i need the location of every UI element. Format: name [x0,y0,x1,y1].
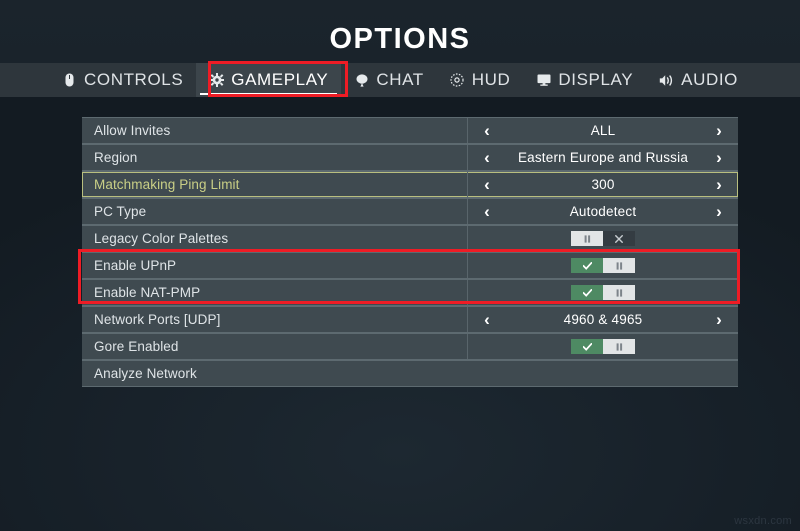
option-label: Enable UPnP [94,258,177,273]
title-bar: OPTIONS [0,0,800,63]
watermark: wsxdn.com [734,515,792,527]
monitor-icon [536,73,551,88]
option-label: Legacy Color Palettes [94,231,229,246]
option-control: ‹ 300 › [467,172,738,197]
option-row[interactable]: PC Type ‹ Autodetect › [82,199,738,224]
chevron-left-icon[interactable]: ‹ [476,311,498,328]
value-spinner: ‹ Autodetect › [468,199,738,224]
tab-label: CONTROLS [84,70,184,89]
page-title: OPTIONS [329,23,471,55]
toggle-off-pause-icon[interactable] [603,258,635,273]
option-value: Autodetect [569,204,637,219]
option-control [467,253,738,278]
value-spinner: ‹ Eastern Europe and Russia › [468,145,738,170]
option-row[interactable]: Region ‹ Eastern Europe and Russia › [82,145,738,170]
value-spinner: ‹ 300 › [468,172,738,197]
tab-label: GAMEPLAY [231,70,329,89]
option-control: ‹ 4960 & 4965 › [467,307,738,332]
chevron-right-icon[interactable]: › [708,203,730,220]
chevron-right-icon[interactable]: › [708,122,730,139]
option-toggle[interactable] [571,339,635,354]
option-toggle[interactable] [571,231,635,246]
value-spinner: ‹ 4960 & 4965 › [468,307,738,332]
option-control: ‹ ALL › [467,118,738,143]
toggle-off-pause-icon[interactable] [603,285,635,300]
toggle-off-cross-icon[interactable] [603,231,635,246]
options-screen: OPTIONS CONTROLS GAMEPLAY CHAT HUD DISPLAY AU… [0,0,800,531]
option-row[interactable]: Analyze Network [82,361,738,386]
tab-label: AUDIO [681,70,738,89]
speaker-icon [659,73,674,88]
tab-display[interactable]: DISPLAY [523,63,646,97]
tab-bar: CONTROLS GAMEPLAY CHAT HUD DISPLAY AUDIO [0,63,800,97]
option-control [467,226,738,251]
toggle-on-pause-icon[interactable] [571,231,603,246]
option-row[interactable]: Allow Invites ‹ ALL › [82,118,738,143]
option-row[interactable]: Legacy Color Palettes [82,226,738,251]
option-control [467,361,738,386]
option-value: Eastern Europe and Russia [517,150,689,165]
option-control: ‹ Eastern Europe and Russia › [467,145,738,170]
balloon-icon [354,73,369,88]
tab-chat[interactable]: CHAT [341,63,436,97]
option-row[interactable]: Gore Enabled [82,334,738,359]
value-spinner: ‹ ALL › [468,118,738,143]
option-row[interactable]: Matchmaking Ping Limit ‹ 300 › [82,172,738,197]
option-label: PC Type [94,204,147,219]
option-label: Region [94,150,138,165]
mouse-icon [62,73,77,88]
toggle-on-check-icon[interactable] [571,285,603,300]
chevron-left-icon[interactable]: ‹ [476,176,498,193]
option-label: Analyze Network [94,366,197,381]
option-label: Matchmaking Ping Limit [94,177,240,192]
tab-hud[interactable]: HUD [437,63,524,97]
toggle-on-check-icon[interactable] [571,258,603,273]
option-row[interactable]: Network Ports [UDP] ‹ 4960 & 4965 › [82,307,738,332]
tab-audio[interactable]: AUDIO [646,63,751,97]
option-row[interactable]: Enable NAT-PMP [82,280,738,305]
option-control [467,334,738,359]
chevron-left-icon[interactable]: ‹ [476,122,498,139]
chevron-left-icon[interactable]: ‹ [476,149,498,166]
option-control: ‹ Autodetect › [467,199,738,224]
option-label: Gore Enabled [94,339,179,354]
chevron-left-icon[interactable]: ‹ [476,203,498,220]
option-toggle[interactable] [571,285,635,300]
option-control [467,280,738,305]
toggle-on-check-icon[interactable] [571,339,603,354]
options-list: Allow Invites ‹ ALL › Region ‹ Eastern Europe … [82,117,738,387]
tab-label: CHAT [376,70,424,89]
chevron-right-icon[interactable]: › [708,149,730,166]
target-icon [450,73,465,88]
tab-label: DISPLAY [558,70,634,89]
option-label: Network Ports [UDP] [94,312,221,327]
tab-gameplay[interactable]: GAMEPLAY [196,63,342,97]
option-value: 300 [591,177,615,192]
option-toggle[interactable] [571,258,635,273]
option-label: Allow Invites [94,123,171,138]
gear-icon [209,73,224,88]
tab-label: HUD [471,70,511,89]
tab-controls[interactable]: CONTROLS [49,63,196,97]
option-value: 4960 & 4965 [563,312,643,327]
chevron-right-icon[interactable]: › [708,311,730,328]
option-value: ALL [590,123,616,138]
toggle-off-pause-icon[interactable] [603,339,635,354]
chevron-right-icon[interactable]: › [708,176,730,193]
option-row[interactable]: Enable UPnP [82,253,738,278]
option-label: Enable NAT-PMP [94,285,201,300]
